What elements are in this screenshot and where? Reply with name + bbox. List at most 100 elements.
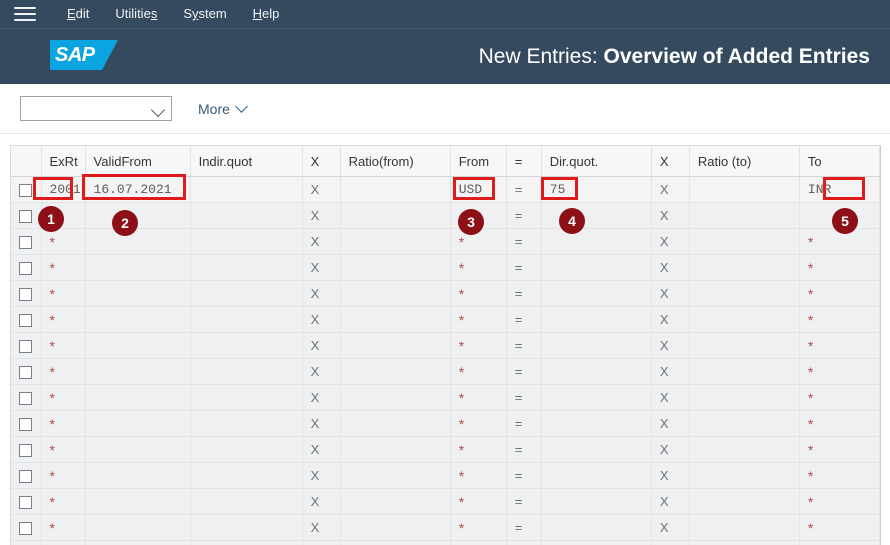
cell-x2[interactable]: X <box>651 514 690 541</box>
cell-dirquot[interactable] <box>541 462 652 489</box>
cell-ratiofrom[interactable] <box>340 462 451 489</box>
cell-x1[interactable]: X <box>302 410 341 437</box>
cell-validfrom[interactable] <box>85 358 191 385</box>
menu-item-system[interactable]: System <box>170 0 239 28</box>
cell-ratiofrom[interactable] <box>340 280 451 307</box>
cell-eq[interactable]: = <box>506 488 542 515</box>
cell-validfrom[interactable]: 16.07.2021 <box>85 176 191 203</box>
cell-to[interactable]: * <box>799 436 880 463</box>
table-row[interactable]: *X*=X* <box>11 228 880 255</box>
cell-validfrom[interactable] <box>85 514 191 541</box>
cell-from[interactable]: * <box>450 332 507 359</box>
cell-ratiofrom[interactable] <box>340 176 451 203</box>
cell-dirquot[interactable] <box>541 358 652 385</box>
table-row[interactable]: *X*=X* <box>11 384 880 411</box>
cell-dirquot[interactable] <box>541 410 652 437</box>
cell-x1[interactable]: X <box>302 358 341 385</box>
cell-x1[interactable]: X <box>302 462 341 489</box>
hamburger-menu-icon[interactable] <box>14 7 36 21</box>
cell-ratioto[interactable] <box>689 176 800 203</box>
cell-indirquot[interactable] <box>190 332 303 359</box>
cell-ratiofrom[interactable] <box>340 332 451 359</box>
menu-item-help[interactable]: Help <box>240 0 293 28</box>
cell-ratiofrom[interactable] <box>340 410 451 437</box>
row-select-checkbox-cell[interactable] <box>11 332 42 359</box>
cell-x2[interactable]: X <box>651 540 690 545</box>
cell-from[interactable]: * <box>450 462 507 489</box>
cell-eq[interactable]: = <box>506 280 542 307</box>
cell-indirquot[interactable] <box>190 384 303 411</box>
cell-ratioto[interactable] <box>689 488 800 515</box>
row-select-checkbox-cell[interactable] <box>11 228 42 255</box>
cell-indirquot[interactable] <box>190 488 303 515</box>
cell-exrt[interactable]: * <box>41 514 86 541</box>
cell-x2[interactable]: X <box>651 280 690 307</box>
cell-x1[interactable]: X <box>302 540 341 545</box>
cell-x2[interactable]: X <box>651 358 690 385</box>
cell-from[interactable]: * <box>450 488 507 515</box>
cell-indirquot[interactable] <box>190 514 303 541</box>
row-select-checkbox-cell[interactable] <box>11 176 42 203</box>
cell-indirquot[interactable] <box>190 280 303 307</box>
row-select-checkbox-cell[interactable] <box>11 280 42 307</box>
cell-indirquot[interactable] <box>190 254 303 281</box>
menu-item-edit[interactable]: Edit <box>54 0 102 28</box>
cell-exrt[interactable]: * <box>41 462 86 489</box>
cell-indirquot[interactable] <box>190 228 303 255</box>
cell-dirquot[interactable] <box>541 540 652 545</box>
menu-item-utilities[interactable]: Utilities <box>102 0 170 28</box>
row-select-checkbox-cell[interactable] <box>11 254 42 281</box>
cell-eq[interactable]: = <box>506 332 542 359</box>
row-select-checkbox[interactable] <box>19 496 33 510</box>
table-row[interactable]: *X*=X* <box>11 306 880 333</box>
more-button[interactable]: More <box>198 100 248 117</box>
cell-eq[interactable]: = <box>506 306 542 333</box>
cell-ratioto[interactable] <box>689 228 800 255</box>
cell-ratiofrom[interactable] <box>340 228 451 255</box>
cell-x2[interactable]: X <box>651 384 690 411</box>
cell-indirquot[interactable] <box>190 540 303 545</box>
cell-exrt[interactable]: * <box>41 384 86 411</box>
cell-validfrom[interactable] <box>85 280 191 307</box>
cell-from[interactable]: * <box>450 384 507 411</box>
table-row[interactable]: *X*=X* <box>11 410 880 437</box>
cell-x1[interactable]: X <box>302 436 341 463</box>
cell-ratioto[interactable] <box>689 280 800 307</box>
cell-x2[interactable]: X <box>651 436 690 463</box>
cell-from[interactable]: * <box>450 540 507 545</box>
cell-x1[interactable]: X <box>302 280 341 307</box>
cell-dirquot[interactable] <box>541 228 652 255</box>
cell-eq[interactable]: = <box>506 228 542 255</box>
cell-dirquot[interactable]: 75 <box>541 176 652 203</box>
cell-dirquot[interactable] <box>541 488 652 515</box>
cell-dirquot[interactable] <box>541 280 652 307</box>
cell-to[interactable]: * <box>799 540 880 545</box>
cell-dirquot[interactable] <box>541 514 652 541</box>
column-header-indirquot[interactable]: Indir.quot <box>190 146 303 177</box>
cell-ratiofrom[interactable] <box>340 306 451 333</box>
cell-dirquot[interactable] <box>541 332 652 359</box>
cell-x1[interactable]: X <box>302 254 341 281</box>
row-select-checkbox[interactable] <box>19 288 33 302</box>
column-header-ratiofrom[interactable]: Ratio(from) <box>340 146 451 177</box>
entries-table-container[interactable]: ExRt ValidFrom Indir.quot X Ratio(from) From =… <box>10 145 880 545</box>
row-select-checkbox-cell[interactable] <box>11 540 42 545</box>
cell-to[interactable]: * <box>799 280 880 307</box>
cell-to[interactable]: * <box>799 332 880 359</box>
cell-eq[interactable]: = <box>506 176 542 203</box>
cell-x2[interactable]: X <box>651 202 690 229</box>
table-row[interactable]: *X*=X* <box>11 436 880 463</box>
table-row[interactable]: *X*=X* <box>11 358 880 385</box>
cell-ratioto[interactable] <box>689 540 800 545</box>
cell-ratioto[interactable] <box>689 358 800 385</box>
column-header-validfrom[interactable]: ValidFrom <box>85 146 191 177</box>
cell-from[interactable]: * <box>450 410 507 437</box>
cell-exrt[interactable]: * <box>41 358 86 385</box>
cell-eq[interactable]: = <box>506 462 542 489</box>
cell-exrt[interactable]: * <box>41 410 86 437</box>
table-row[interactable]: *X*=X* <box>11 254 880 281</box>
cell-to[interactable]: * <box>799 358 880 385</box>
cell-from[interactable]: * <box>450 280 507 307</box>
cell-ratioto[interactable] <box>689 384 800 411</box>
row-select-checkbox[interactable] <box>19 444 33 458</box>
